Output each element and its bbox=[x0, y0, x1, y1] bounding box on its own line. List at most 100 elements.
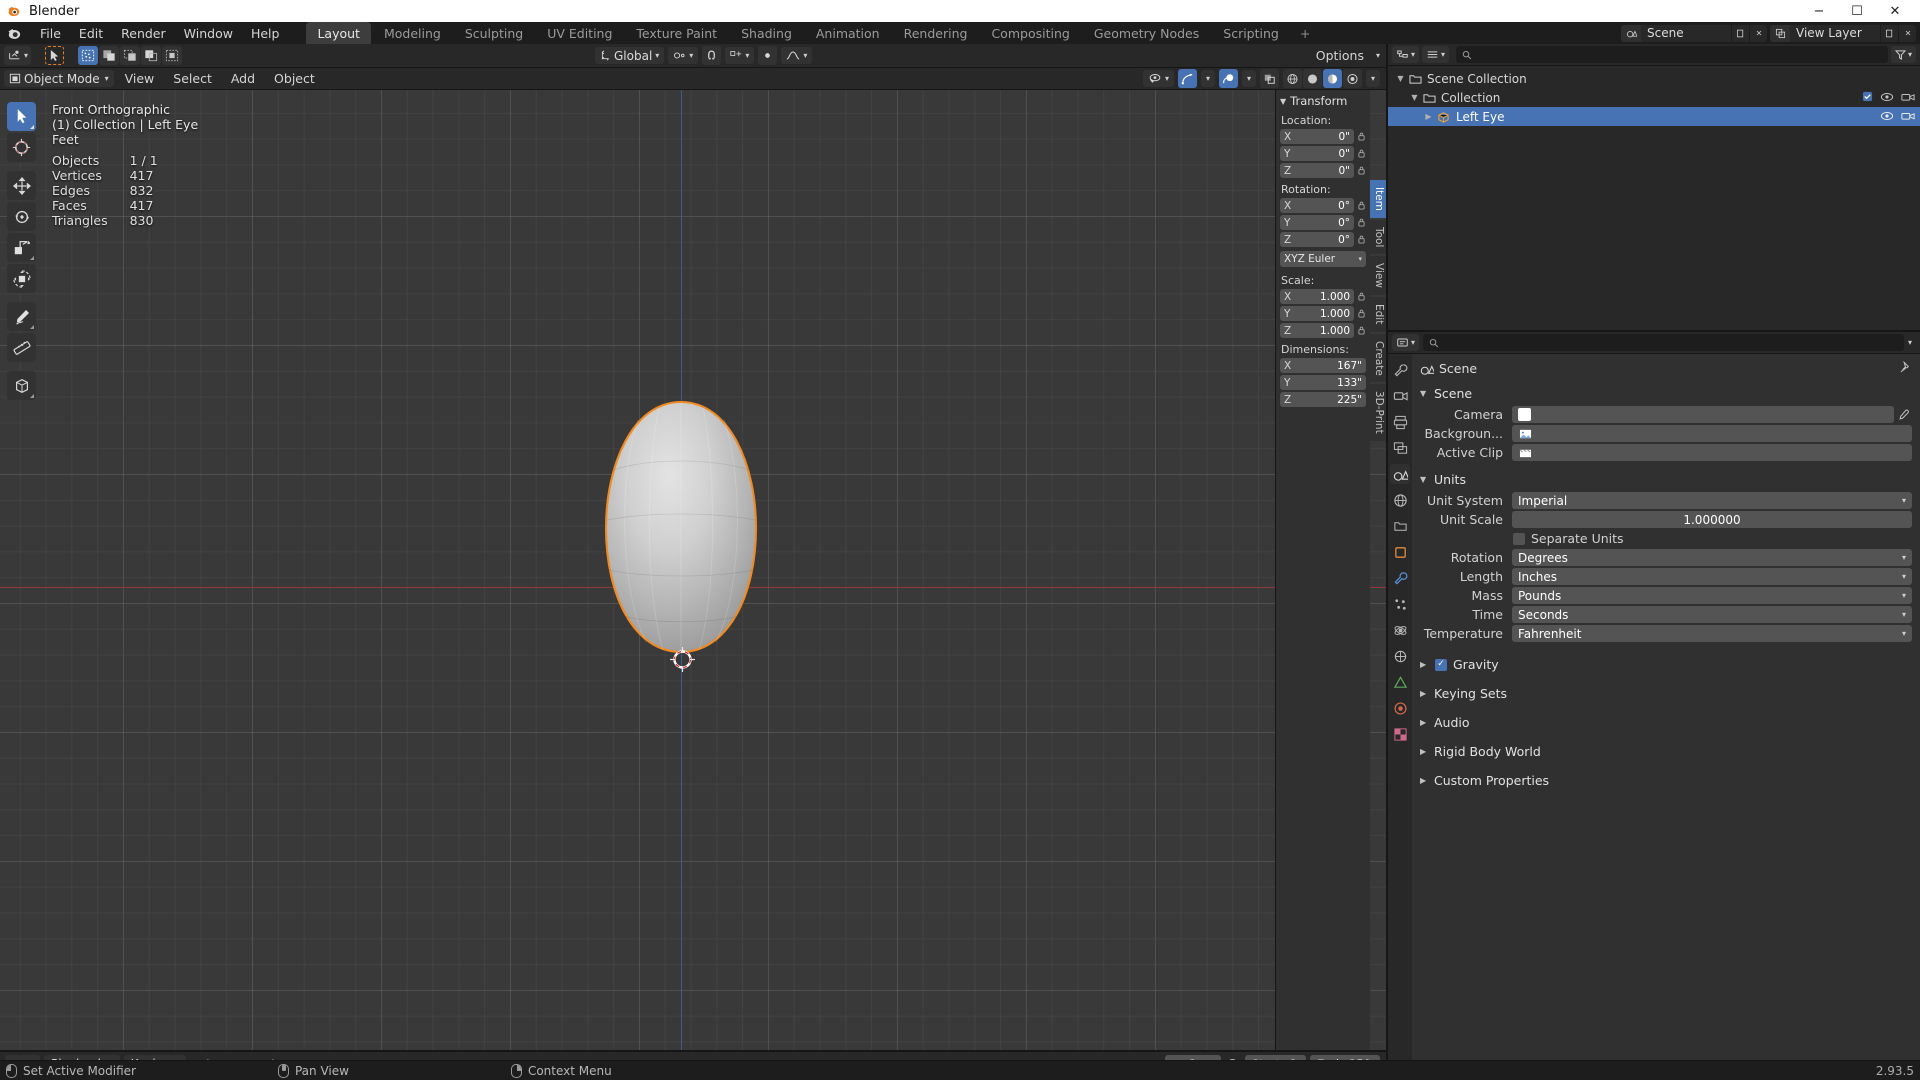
scale-z-field[interactable]: Z 1.000 bbox=[1280, 323, 1354, 338]
sidebar-tab-view[interactable]: View bbox=[1370, 256, 1386, 296]
shading-solid-button[interactable] bbox=[1302, 69, 1322, 88]
tab-modeling[interactable]: Modeling bbox=[373, 22, 452, 45]
unit-scale-field[interactable]: 1.000000 bbox=[1512, 511, 1912, 528]
tab-layout[interactable]: Layout bbox=[306, 21, 371, 45]
rotation-y-field[interactable]: Y 0° bbox=[1280, 215, 1354, 230]
viewport-menu-object[interactable]: Object bbox=[266, 69, 323, 88]
properties-editor-type-button[interactable]: ▾ bbox=[1392, 334, 1420, 351]
gravity-checkbox[interactable] bbox=[1435, 658, 1447, 671]
remove-view-layer-button[interactable] bbox=[1898, 24, 1916, 42]
tool-measure[interactable] bbox=[7, 333, 36, 362]
scale-x-lock-icon[interactable] bbox=[1356, 290, 1366, 303]
editor-type-button[interactable]: ▾ bbox=[4, 46, 32, 65]
camera-icon[interactable] bbox=[1901, 91, 1915, 105]
3d-viewport[interactable]: Front Orthographic (1) Collection | Left… bbox=[0, 90, 1386, 1050]
properties-tab-texture[interactable] bbox=[1390, 724, 1410, 744]
audio-section-header[interactable]: ▶ Audio bbox=[1412, 711, 1920, 734]
dimensions-y-field[interactable]: Y 133" bbox=[1280, 375, 1366, 390]
menu-window[interactable]: Window bbox=[175, 23, 242, 44]
tab-scripting[interactable]: Scripting bbox=[1212, 22, 1290, 45]
outliner-row-scene-collection[interactable]: ▼ Scene Collection bbox=[1388, 69, 1920, 88]
properties-options-chevron-down-icon[interactable]: ▾ bbox=[1908, 338, 1916, 347]
viewport-options-button[interactable]: Options bbox=[1308, 46, 1372, 65]
properties-tab-object[interactable] bbox=[1390, 542, 1410, 562]
tweak-tool-button[interactable] bbox=[45, 46, 65, 65]
properties-tab-view-layer[interactable] bbox=[1390, 438, 1410, 458]
properties-tab-render[interactable] bbox=[1390, 386, 1410, 406]
properties-tab-world[interactable] bbox=[1390, 490, 1410, 510]
new-scene-button[interactable] bbox=[1731, 24, 1749, 42]
properties-search-input[interactable] bbox=[1443, 335, 1898, 350]
view-layer-selector[interactable]: View Layer bbox=[1770, 24, 1916, 42]
rotation-x-lock-icon[interactable] bbox=[1356, 199, 1366, 212]
new-view-layer-button[interactable] bbox=[1880, 24, 1898, 42]
tab-rendering[interactable]: Rendering bbox=[893, 22, 979, 45]
separate-units-row[interactable]: Separate Units bbox=[1412, 529, 1920, 548]
outliner-tree[interactable]: ▼ Scene Collection ▼ Collection ▶ Left E… bbox=[1388, 66, 1920, 330]
show-gizmo-toggle[interactable] bbox=[1177, 69, 1197, 88]
outliner-search-input[interactable] bbox=[1476, 47, 1882, 62]
tool-transform[interactable] bbox=[7, 264, 36, 293]
dimensions-x-field[interactable]: X 167" bbox=[1280, 358, 1366, 373]
outliner-row-left-eye[interactable]: ▶ Left Eye bbox=[1388, 107, 1920, 126]
rigid-body-world-section-header[interactable]: ▶ Rigid Body World bbox=[1412, 740, 1920, 763]
location-z-lock-icon[interactable] bbox=[1356, 164, 1366, 177]
expand-triangle-icon[interactable]: ▶ bbox=[1422, 112, 1435, 121]
active-clip-field[interactable] bbox=[1512, 444, 1912, 461]
tool-annotate[interactable] bbox=[7, 302, 36, 331]
outliner-filter-button[interactable]: ▾ bbox=[1890, 46, 1916, 63]
tab-animation[interactable]: Animation bbox=[805, 22, 891, 45]
outliner-editor-type-button[interactable]: ▾ bbox=[1392, 46, 1420, 63]
rotation-mode-dropdown[interactable]: XYZ Euler ▾ bbox=[1280, 251, 1366, 267]
sidebar-tab-edit[interactable]: Edit bbox=[1370, 297, 1386, 332]
properties-search-field[interactable] bbox=[1423, 334, 1904, 351]
properties-tab-scene[interactable] bbox=[1390, 464, 1410, 484]
rotation-z-lock-icon[interactable] bbox=[1356, 233, 1366, 246]
properties-tab-data[interactable] bbox=[1390, 672, 1410, 692]
outliner-row-collection[interactable]: ▼ Collection bbox=[1388, 88, 1920, 107]
window-minimize-button[interactable]: − bbox=[1800, 0, 1838, 22]
select-intersect-button[interactable] bbox=[162, 46, 183, 65]
dimensions-z-field[interactable]: Z 225" bbox=[1280, 392, 1366, 407]
tab-shading[interactable]: Shading bbox=[730, 22, 803, 45]
properties-tab-modifiers[interactable] bbox=[1390, 568, 1410, 588]
properties-tab-collection[interactable] bbox=[1390, 516, 1410, 536]
proportional-editing-toggle[interactable] bbox=[758, 46, 778, 65]
custom-properties-section-header[interactable]: ▶ Custom Properties bbox=[1412, 769, 1920, 792]
scale-x-field[interactable]: X 1.000 bbox=[1280, 289, 1354, 304]
tool-cursor[interactable] bbox=[7, 133, 36, 162]
menu-render[interactable]: Render bbox=[112, 23, 175, 44]
eye-icon[interactable] bbox=[1880, 110, 1894, 124]
transform-orientation-dropdown[interactable]: Global ▾ bbox=[595, 47, 665, 64]
tool-add-cube[interactable] bbox=[7, 371, 36, 400]
menu-edit[interactable]: Edit bbox=[70, 23, 112, 44]
interaction-mode-dropdown[interactable]: Object Mode ▾ bbox=[4, 70, 114, 87]
keying-sets-section-header[interactable]: ▶ Keying Sets bbox=[1412, 682, 1920, 705]
unlink-scene-button[interactable] bbox=[1749, 24, 1767, 42]
xray-toggle[interactable] bbox=[1259, 69, 1279, 88]
location-x-field[interactable]: X 0" bbox=[1280, 129, 1354, 144]
temperature-units-dropdown[interactable]: Fahrenheit ▾ bbox=[1512, 625, 1912, 642]
expand-triangle-icon[interactable]: ▼ bbox=[1394, 74, 1407, 83]
snap-settings-dropdown[interactable]: ▾ bbox=[725, 47, 755, 64]
location-z-field[interactable]: Z 0" bbox=[1280, 163, 1354, 178]
units-section-header[interactable]: ▼ Units bbox=[1412, 468, 1920, 491]
add-workspace-button[interactable]: + bbox=[1292, 23, 1318, 44]
select-invert-button[interactable] bbox=[141, 46, 162, 65]
tab-uv-editing[interactable]: UV Editing bbox=[536, 22, 623, 45]
properties-tab-material[interactable] bbox=[1390, 698, 1410, 718]
properties-tab-physics[interactable] bbox=[1390, 620, 1410, 640]
camera-eyedropper-icon[interactable] bbox=[1894, 409, 1912, 421]
viewport-menu-select[interactable]: Select bbox=[165, 69, 220, 88]
shading-material-button[interactable] bbox=[1322, 69, 1342, 88]
tool-tweak-select-box[interactable] bbox=[7, 102, 36, 131]
gravity-section-header[interactable]: ▶ Gravity bbox=[1412, 653, 1920, 676]
properties-tab-tool[interactable] bbox=[1390, 360, 1410, 380]
scene-selector[interactable]: Scene bbox=[1621, 24, 1767, 42]
window-close-button[interactable]: ✕ bbox=[1876, 0, 1914, 22]
mass-units-dropdown[interactable]: Pounds ▾ bbox=[1512, 587, 1912, 604]
expand-triangle-icon[interactable]: ▼ bbox=[1408, 93, 1421, 102]
properties-tab-particles[interactable] bbox=[1390, 594, 1410, 614]
unit-system-dropdown[interactable]: Imperial ▾ bbox=[1512, 492, 1912, 509]
transform-panel-header[interactable]: ▼ Transform bbox=[1276, 90, 1370, 111]
